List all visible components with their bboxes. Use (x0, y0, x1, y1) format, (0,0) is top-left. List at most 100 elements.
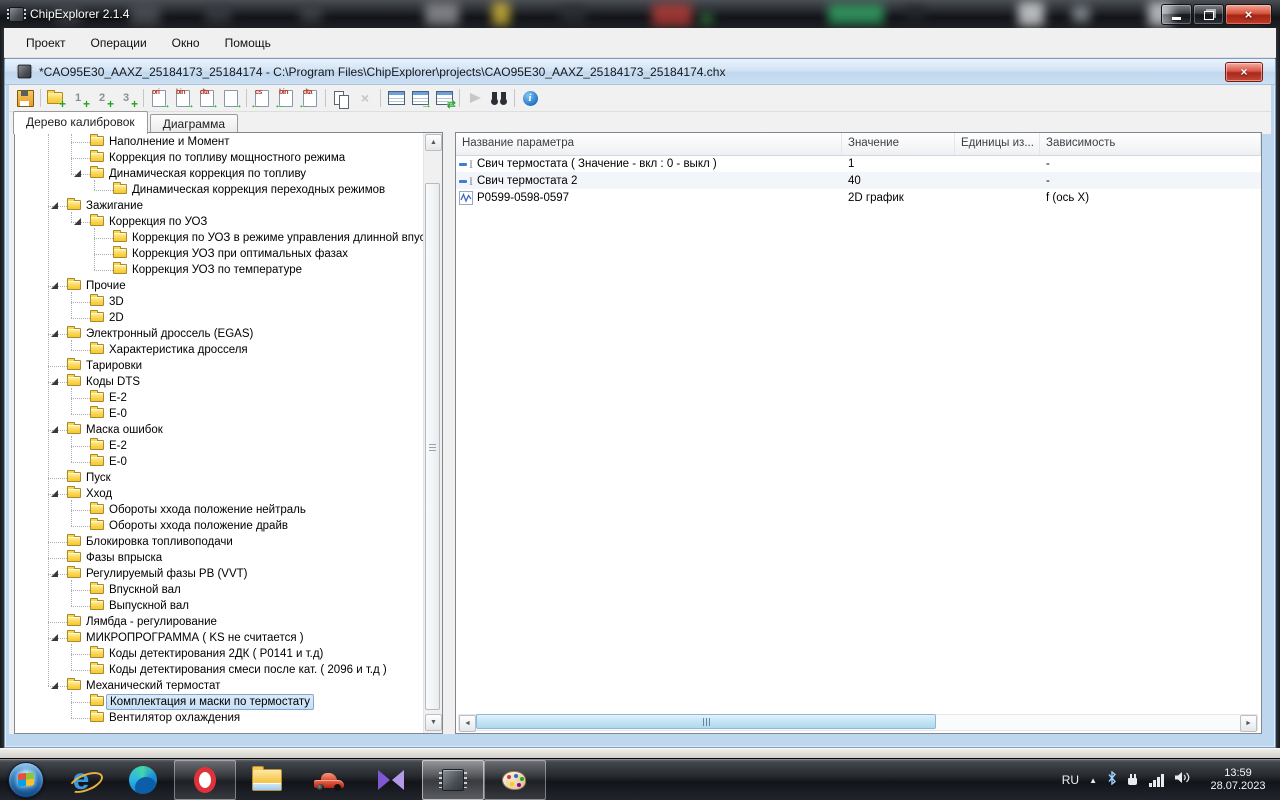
parameter-row[interactable]: Свич термостата 240- (456, 172, 1261, 189)
tree-item[interactable]: Коррекция по УОЗ в режиме управления дли… (15, 230, 424, 246)
add-project-1-button[interactable]: 1+ (68, 87, 92, 109)
column-header-3[interactable]: Зависимость (1040, 133, 1261, 155)
parameter-row[interactable]: P0599-0598-05972D графикf (ось X) (456, 189, 1261, 206)
tab-calibration-tree[interactable]: Дерево калибровок (13, 111, 148, 134)
scroll-right-button[interactable]: ► (1240, 715, 1257, 732)
import-cs-button[interactable]: cs← (250, 87, 274, 109)
menu-item-0[interactable]: Проект (16, 32, 76, 54)
volume-icon[interactable] (1174, 771, 1190, 789)
about-button[interactable]: i (518, 87, 542, 109)
expander-icon[interactable] (51, 330, 58, 337)
tree-item[interactable]: Комплектация и маски по термостату (15, 694, 424, 710)
menu-item-3[interactable]: Помощь (215, 32, 281, 54)
menu-item-1[interactable]: Операции (81, 32, 157, 54)
hidden-icons-button[interactable]: ▲ (1089, 776, 1097, 785)
tree-item[interactable]: Регулируемый фазы РВ (VVT) (15, 566, 424, 582)
menu-item-2[interactable]: Окно (162, 32, 210, 54)
tree-item[interactable]: Блокировка топливоподачи (15, 534, 424, 550)
expander-icon[interactable] (51, 570, 58, 577)
export-file-button[interactable]: → (219, 87, 243, 109)
tree-item[interactable]: Прочие (15, 278, 424, 294)
expander-icon[interactable] (51, 282, 58, 289)
clock[interactable]: 13:59 28.07.2023 (1200, 767, 1276, 793)
tree-item[interactable]: Маска ошибок (15, 422, 424, 438)
network-icon[interactable] (1149, 774, 1164, 787)
paint-taskbar-button[interactable] (484, 760, 546, 800)
expander-icon[interactable] (51, 634, 58, 641)
tree-item[interactable]: Динамическая коррекция по топливу (15, 166, 424, 182)
tree-item[interactable]: Зажигание (15, 198, 424, 214)
expander-icon[interactable] (51, 682, 58, 689)
compare-windows-button[interactable] (329, 87, 353, 109)
search-button[interactable] (487, 87, 511, 109)
tree-item[interactable]: Коррекция УОЗ при оптимальных фазах (15, 246, 424, 262)
tree-item[interactable]: Коррекция УОЗ по температуре (15, 262, 424, 278)
scroll-down-button[interactable]: ▼ (425, 714, 442, 731)
document-close-button[interactable]: × (1225, 62, 1263, 82)
tree-item[interactable]: E-2 (15, 390, 424, 406)
language-indicator[interactable]: RU (1062, 773, 1079, 787)
panel-splitter[interactable] (443, 132, 455, 734)
tree-item[interactable]: Коррекция по топливу мощностного режима (15, 150, 424, 166)
tree-vertical-scrollbar[interactable]: ▲ ▼ (423, 133, 442, 733)
expander-icon[interactable] (74, 170, 81, 177)
tree-item[interactable]: E-0 (15, 454, 424, 470)
tree-item[interactable]: Фазы впрыска (15, 550, 424, 566)
tree-item[interactable]: Тарировки (15, 358, 424, 374)
tree-item[interactable]: Впускной вал (15, 582, 424, 598)
opera-taskbar-button[interactable] (174, 760, 236, 800)
tree-item[interactable]: E-2 (15, 438, 424, 454)
tree-item[interactable]: Динамическая коррекция переходных режимо… (15, 182, 424, 198)
scrollbar-thumb[interactable] (425, 183, 440, 710)
add-project-3-button[interactable]: 3+ (116, 87, 140, 109)
explorer-taskbar-button[interactable] (236, 760, 298, 800)
parameter-row[interactable]: Свич термостата ( Значение - вкл : 0 - в… (456, 155, 1261, 172)
expander-icon[interactable] (51, 490, 58, 497)
expander-icon[interactable] (51, 202, 58, 209)
close-button[interactable]: × (1225, 4, 1272, 25)
export-bin-button[interactable]: bin→ (171, 87, 195, 109)
tree-item[interactable]: Коды DTS (15, 374, 424, 390)
column-header-2[interactable]: Единицы из... (955, 133, 1040, 155)
column-header-1[interactable]: Значение (842, 133, 955, 155)
add-project-2-button[interactable]: 2+ (92, 87, 116, 109)
kmplayer-taskbar-button[interactable] (360, 760, 422, 800)
power-icon[interactable] (1127, 774, 1139, 787)
tree-item[interactable]: Обороты ххода положение драйв (15, 518, 424, 534)
save-project-button[interactable] (13, 87, 37, 109)
expander-icon[interactable] (74, 218, 81, 225)
maximize-button[interactable] (1193, 4, 1224, 25)
import-bin-button[interactable]: bin← (274, 87, 298, 109)
export-dta-button[interactable]: dta→ (195, 87, 219, 109)
table-import-button[interactable]: ⇄ (432, 87, 456, 109)
tree-item[interactable]: Механический термостат (15, 678, 424, 694)
scroll-left-button[interactable]: ◄ (459, 715, 476, 732)
tree-item[interactable]: Коррекция по УОЗ (15, 214, 424, 230)
tree-item[interactable]: Выпускной вал (15, 598, 424, 614)
export-ori-button[interactable]: ori→ (147, 87, 171, 109)
tree-item[interactable]: 3D (15, 294, 424, 310)
start-taskbar-button[interactable] (2, 760, 50, 800)
expander-icon[interactable] (51, 426, 58, 433)
table-view-button[interactable] (384, 87, 408, 109)
scroll-up-button[interactable]: ▲ (425, 134, 442, 151)
tree-item[interactable]: Лямбда - регулирование (15, 614, 424, 630)
bluetooth-icon[interactable] (1107, 771, 1117, 790)
edge-taskbar-button[interactable] (112, 760, 174, 800)
tree-item[interactable]: E-0 (15, 406, 424, 422)
tree-item[interactable]: МИКРОПРОГРАММА ( KS не считается ) (15, 630, 424, 646)
column-header-0[interactable]: Название параметра (456, 133, 842, 155)
table-horizontal-scrollbar[interactable]: ◄ ► (458, 714, 1258, 731)
tree-item[interactable]: Коды детектирования 2ДК ( P0141 и т.д) (15, 646, 424, 662)
minimize-button[interactable] (1161, 4, 1192, 25)
tree-item[interactable]: Хход (15, 486, 424, 502)
table-export-button[interactable]: → (408, 87, 432, 109)
internet-explorer-taskbar-button[interactable] (50, 760, 112, 800)
import-dta-button[interactable]: dta← (298, 87, 322, 109)
tree-item[interactable]: Характеристика дросселя (15, 342, 424, 358)
scrollbar-thumb[interactable] (476, 714, 936, 729)
tree-item[interactable]: Обороты ххода положение нейтраль (15, 502, 424, 518)
tree-item[interactable]: Коды детектирования смеси после кат. ( 2… (15, 662, 424, 678)
car-app-taskbar-button[interactable] (298, 760, 360, 800)
tree-item[interactable]: Пуск (15, 470, 424, 486)
